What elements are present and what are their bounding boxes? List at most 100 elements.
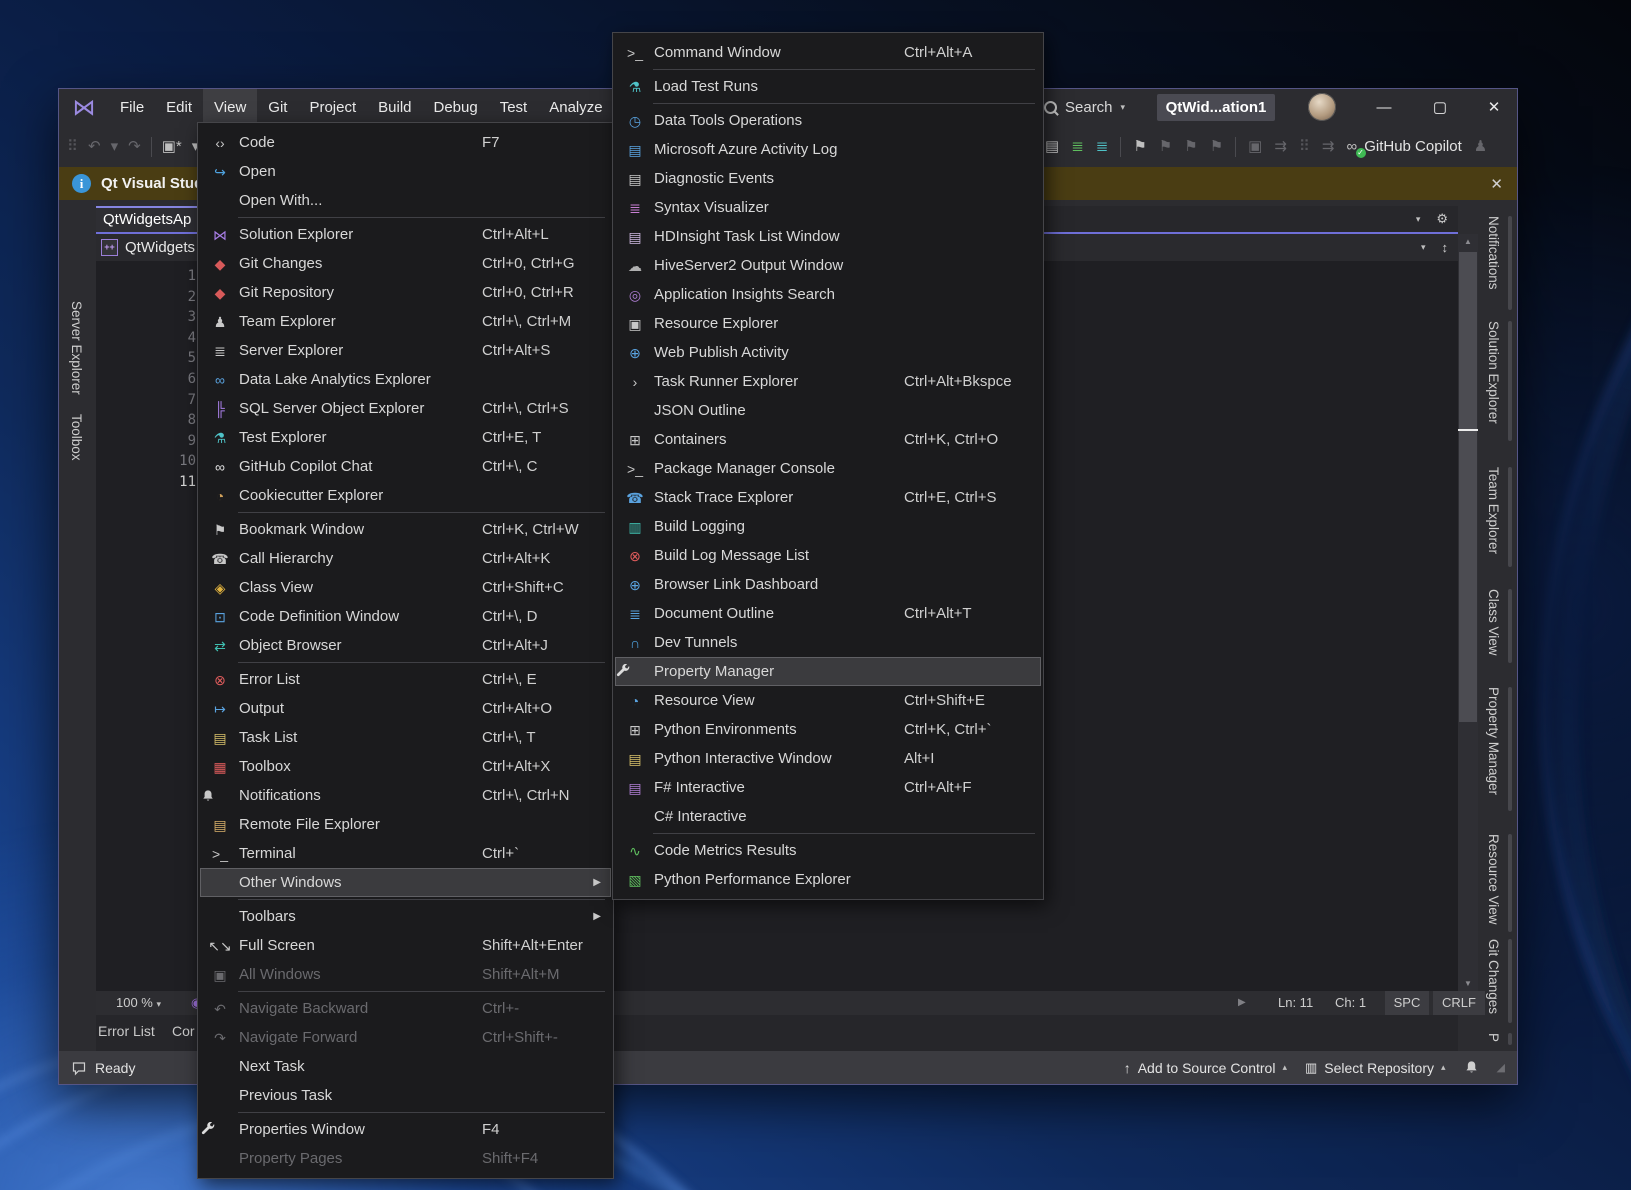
- side-tab-property-manager[interactable]: Property Manager: [1486, 687, 1501, 795]
- maximize-button[interactable]: ▢: [1415, 89, 1465, 126]
- scrollbar-thumb[interactable]: [1459, 252, 1477, 722]
- sidebar-tab-server-explorer[interactable]: Server Explorer: [69, 301, 84, 395]
- resize-grip-icon[interactable]: ◢: [1497, 1061, 1505, 1074]
- menu-item-data-tools-operations[interactable]: ◷Data Tools Operations: [615, 106, 1041, 135]
- menu-item-bookmark-window[interactable]: ⚑Bookmark WindowCtrl+K, Ctrl+W: [200, 515, 611, 544]
- menu-item-code-definition-window[interactable]: ⊡Code Definition WindowCtrl+\, D: [200, 602, 611, 631]
- menu-item-f-interactive[interactable]: ▤F# InteractiveCtrl+Alt+F: [615, 773, 1041, 802]
- select-repository-button[interactable]: ▥ Select Repository ▴: [1305, 1060, 1446, 1076]
- menu-item-navigate-backward[interactable]: ↶Navigate BackwardCtrl+-: [200, 994, 611, 1023]
- menu-item-call-hierarchy[interactable]: ☎Call HierarchyCtrl+Alt+K: [200, 544, 611, 573]
- side-tab-class-view[interactable]: Class View: [1486, 589, 1501, 656]
- menu-item-open[interactable]: ↪Open: [200, 157, 611, 186]
- column-indicator[interactable]: Ch: 1: [1335, 991, 1366, 1015]
- menu-item-remote-file-explorer[interactable]: ▤Remote File Explorer: [200, 810, 611, 839]
- zoom-level-dropdown[interactable]: 100 % ▾: [116, 991, 161, 1015]
- menubar-item-test[interactable]: Test: [489, 89, 539, 126]
- account-project-button[interactable]: QtWid...ation1: [1157, 94, 1275, 121]
- editor-scrollbar[interactable]: ▲ ▼: [1458, 234, 1478, 991]
- menu-item-resource-view[interactable]: ◔Resource ViewCtrl+Shift+E: [615, 686, 1041, 715]
- menu-item-solution-explorer[interactable]: ⋈Solution ExplorerCtrl+Alt+L: [200, 220, 611, 249]
- menu-item-code-metrics-results[interactable]: ∿Code Metrics Results: [615, 836, 1041, 865]
- menubar-item-file[interactable]: File: [109, 89, 155, 126]
- menu-item-git-repository[interactable]: ◆Git RepositoryCtrl+0, Ctrl+R: [200, 278, 611, 307]
- clear-bookmarks-icon[interactable]: ⚑: [1210, 139, 1223, 154]
- paste-icon[interactable]: ▤: [1045, 139, 1059, 154]
- side-tab-p[interactable]: P: [1486, 1033, 1501, 1042]
- menu-item-c-interactive[interactable]: C# Interactive: [615, 802, 1041, 831]
- menu-item-build-log-message-list[interactable]: ⊗Build Log Message List: [615, 541, 1041, 570]
- navigate-forward-icon[interactable]: ↷: [128, 139, 141, 154]
- new-project-icon[interactable]: ▣*: [162, 139, 182, 154]
- menubar-item-git[interactable]: Git: [257, 89, 298, 126]
- menu-item-python-environments[interactable]: ⊞Python EnvironmentsCtrl+K, Ctrl+`: [615, 715, 1041, 744]
- menu-item-python-interactive-window[interactable]: ▤Python Interactive WindowAlt+I: [615, 744, 1041, 773]
- menu-item-property-pages[interactable]: Property PagesShift+F4: [200, 1144, 611, 1173]
- scroll-down-icon[interactable]: ▼: [1458, 979, 1478, 988]
- menu-item-toolbars[interactable]: Toolbars▶: [200, 902, 611, 931]
- menu-item-task-list[interactable]: ▤Task ListCtrl+\, T: [200, 723, 611, 752]
- menu-item-server-explorer[interactable]: ≣Server ExplorerCtrl+Alt+S: [200, 336, 611, 365]
- side-tab-resource-view[interactable]: Resource View: [1486, 834, 1501, 925]
- menubar-item-build[interactable]: Build: [367, 89, 422, 126]
- panel-tab-clipped[interactable]: Cor: [172, 1023, 198, 1039]
- close-button[interactable]: ✕: [1469, 89, 1519, 126]
- run-icons[interactable]: ⇉: [1322, 139, 1335, 154]
- panel-tab-error-list[interactable]: Error List: [98, 1023, 155, 1039]
- menu-item-document-outline[interactable]: ≣Document OutlineCtrl+Alt+T: [615, 599, 1041, 628]
- menu-item-hdinsight-task-list-window[interactable]: ▤HDInsight Task List Window: [615, 222, 1041, 251]
- menu-item-error-list[interactable]: ⊗Error ListCtrl+\, E: [200, 665, 611, 694]
- menu-item-build-logging[interactable]: ▥Build Logging: [615, 512, 1041, 541]
- menu-item-output[interactable]: ↦OutputCtrl+Alt+O: [200, 694, 611, 723]
- add-account-icon[interactable]: ♟: [1474, 139, 1487, 154]
- infobar-close-icon[interactable]: ✕: [1490, 175, 1503, 193]
- side-tab-team-explorer[interactable]: Team Explorer: [1486, 467, 1501, 554]
- menu-item-browser-link-dashboard[interactable]: ⊕Browser Link Dashboard: [615, 570, 1041, 599]
- menu-item-sql-server-object-explorer[interactable]: ╠SQL Server Object ExplorerCtrl+\, Ctrl+…: [200, 394, 611, 423]
- toggle-bookmark-icon[interactable]: ⚑: [1133, 139, 1146, 154]
- gear-icon[interactable]: ⚙: [1436, 211, 1448, 227]
- step-icons[interactable]: ⇉: [1274, 139, 1287, 154]
- menu-item-syntax-visualizer[interactable]: ≣Syntax Visualizer: [615, 193, 1041, 222]
- sort-lines-icon[interactable]: ≣: [1096, 139, 1109, 154]
- menu-item-stack-trace-explorer[interactable]: ☎Stack Trace ExplorerCtrl+E, Ctrl+S: [615, 483, 1041, 512]
- side-tab-git-changes[interactable]: Git Changes: [1486, 939, 1501, 1014]
- menu-item-navigate-forward[interactable]: ↷Navigate ForwardCtrl+Shift+-: [200, 1023, 611, 1052]
- menu-item-all-windows[interactable]: ▣All WindowsShift+Alt+M: [200, 960, 611, 989]
- menu-item-application-insights-search[interactable]: ◎Application Insights Search: [615, 280, 1041, 309]
- menubar-item-edit[interactable]: Edit: [155, 89, 203, 126]
- menu-item-dev-tunnels[interactable]: ∩Dev Tunnels: [615, 628, 1041, 657]
- menu-item-notifications[interactable]: NotificationsCtrl+\, Ctrl+N: [200, 781, 611, 810]
- menu-item-resource-explorer[interactable]: ▣Resource Explorer: [615, 309, 1041, 338]
- menu-item-team-explorer[interactable]: ♟Team ExplorerCtrl+\, Ctrl+M: [200, 307, 611, 336]
- feedback-bubble-icon[interactable]: [71, 1060, 87, 1076]
- scroll-up-icon[interactable]: ▲: [1458, 237, 1478, 246]
- add-to-source-control-button[interactable]: ↑ Add to Source Control ▴: [1124, 1060, 1287, 1076]
- menu-item-microsoft-azure-activity-log[interactable]: ▤Microsoft Azure Activity Log: [615, 135, 1041, 164]
- menu-item-task-runner-explorer[interactable]: ›Task Runner ExplorerCtrl+Alt+Bkspce: [615, 367, 1041, 396]
- menu-item-previous-task[interactable]: Previous Task: [200, 1081, 611, 1110]
- menu-item-toolbox[interactable]: ▦ToolboxCtrl+Alt+X: [200, 752, 611, 781]
- menu-item-data-lake-analytics-explorer[interactable]: ∞Data Lake Analytics Explorer: [200, 365, 611, 394]
- menu-item-terminal[interactable]: >_TerminalCtrl+`: [200, 839, 611, 868]
- avatar[interactable]: [1308, 93, 1336, 121]
- menu-item-cookiecutter-explorer[interactable]: ◔Cookiecutter Explorer: [200, 481, 611, 510]
- menu-item-class-view[interactable]: ◈Class ViewCtrl+Shift+C: [200, 573, 611, 602]
- menu-item-next-task[interactable]: Next Task: [200, 1052, 611, 1081]
- menu-item-git-changes[interactable]: ◆Git ChangesCtrl+0, Ctrl+G: [200, 249, 611, 278]
- menu-item-code[interactable]: ‹›CodeF7: [200, 128, 611, 157]
- chevron-down-icon[interactable]: ▾: [1416, 214, 1421, 225]
- side-tab-solution-explorer[interactable]: Solution Explorer: [1486, 321, 1501, 424]
- chevron-down-icon[interactable]: ▾: [111, 139, 119, 154]
- menu-item-web-publish-activity[interactable]: ⊕Web Publish Activity: [615, 338, 1041, 367]
- menu-item-github-copilot-chat[interactable]: ∞GitHub Copilot ChatCtrl+\, C: [200, 452, 611, 481]
- menu-item-object-browser[interactable]: ⇄Object BrowserCtrl+Alt+J: [200, 631, 611, 660]
- menu-item-hiveserver2-output-window[interactable]: ☁HiveServer2 Output Window: [615, 251, 1041, 280]
- chevron-down-icon[interactable]: ▾: [1421, 242, 1426, 253]
- spaces-indicator[interactable]: SPC: [1385, 991, 1429, 1015]
- menu-item-open-with-[interactable]: Open With...: [200, 186, 611, 215]
- menu-item-package-manager-console[interactable]: >_Package Manager Console: [615, 454, 1041, 483]
- menu-item-full-screen[interactable]: ↖↘Full ScreenShift+Alt+Enter: [200, 931, 611, 960]
- indent-guides-icon[interactable]: ≣: [1071, 139, 1084, 154]
- bell-icon[interactable]: [1464, 1060, 1479, 1075]
